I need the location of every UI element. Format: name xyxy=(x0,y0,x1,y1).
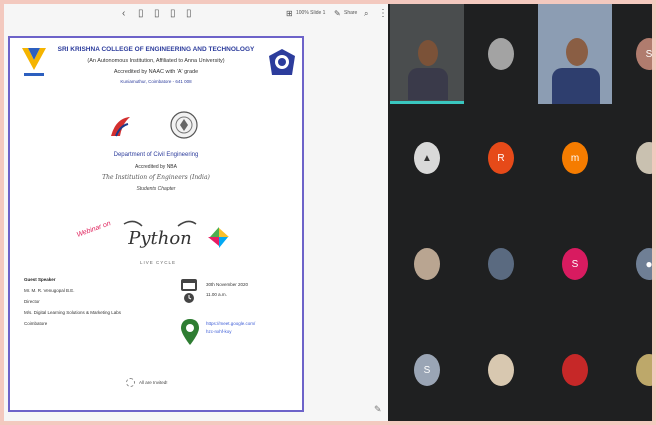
guest-role: Director xyxy=(24,299,40,304)
participant-tile-2[interactable] xyxy=(464,4,538,104)
participant-tile-4[interactable]: S xyxy=(612,4,652,104)
participant-tile-13[interactable]: S xyxy=(390,320,464,420)
participant-tile-8[interactable] xyxy=(612,108,652,208)
institution-line: The Institution of Engineers (India) xyxy=(102,174,210,181)
participant-avatar: m xyxy=(562,142,588,174)
participant-body xyxy=(408,68,448,100)
guest-name: Mr. M. R. Venugopal B.E. xyxy=(24,288,75,293)
back-icon[interactable]: ‹ xyxy=(122,8,125,20)
event-date: 30th November 2020 xyxy=(206,282,249,287)
participant-grid: S ▲ R m S ● S xyxy=(388,4,652,421)
participant-avatar-person-icon: ● xyxy=(636,248,652,280)
participant-avatar xyxy=(562,354,588,386)
department-logo-icon xyxy=(111,117,130,137)
share-icon[interactable]: ✎ xyxy=(334,8,341,20)
meeting-window: ‹ ▯ ▯ ▯ ▯ ⊞ 100% Slide 1 ✎ Share ⌕ ⋮ SRI xyxy=(4,4,652,421)
guest-label: Guest Speaker xyxy=(24,277,56,282)
invite-text: All are Invited! xyxy=(139,380,168,385)
meet-link-line-1[interactable]: https://meet.google.com/ xyxy=(206,320,255,328)
pinwheel-logo-icon xyxy=(208,227,229,248)
event-datetime: 30th November 2020 11.00 a.m. xyxy=(206,280,248,300)
webinar-poster-slide: SRI KRISHNA COLLEGE OF ENGINEERING AND T… xyxy=(8,36,304,412)
accreditation-line: Accredited by NAAC with 'A' grade xyxy=(113,69,199,75)
participant-avatar: S xyxy=(636,38,652,70)
nba-line: Accredited by NBA xyxy=(135,164,177,170)
pen-icon[interactable]: ✎ xyxy=(374,404,382,415)
participant-avatar: S xyxy=(562,248,588,280)
participant-tile-11[interactable]: S xyxy=(538,214,612,314)
college-name: SRI KRISHNA COLLEGE OF ENGINEERING AND T… xyxy=(57,46,255,53)
participant-tile-10[interactable] xyxy=(464,214,538,314)
copy-icon[interactable]: ▯ xyxy=(154,8,160,20)
participant-tile-14[interactable] xyxy=(464,320,538,420)
active-speaker-bar xyxy=(390,101,464,104)
participant-body xyxy=(552,68,600,104)
slide-icon[interactable]: ▯ xyxy=(138,8,144,20)
participant-avatar xyxy=(488,38,514,70)
department-name: Department of Civil Engineering xyxy=(113,152,199,158)
presentation-panel: ‹ ▯ ▯ ▯ ▯ ⊞ 100% Slide 1 ✎ Share ⌕ ⋮ SRI xyxy=(4,4,388,421)
participant-tile-5[interactable]: ▲ xyxy=(390,108,464,208)
python-subtitle: LIVE CYCLE xyxy=(140,260,177,265)
menu-icon[interactable]: ⋮ xyxy=(378,8,388,20)
webinar-tag: Webinar on xyxy=(75,220,112,239)
google-meet-pin-icon xyxy=(181,319,199,345)
participant-tile-7[interactable]: m xyxy=(538,108,612,208)
participant-avatar xyxy=(488,354,514,386)
meet-link-line-2[interactable]: hzc-nxhf-koy xyxy=(206,328,255,336)
meet-link[interactable]: https://meet.google.com/ hzc-nxhf-koy xyxy=(206,320,255,336)
chapter-line: Students Chapter xyxy=(136,186,176,192)
guest-speaker-block: Guest Speaker Mr. M. R. Venugopal B.E. D… xyxy=(24,274,121,329)
guest-city: Coimbatore xyxy=(24,321,48,326)
presentation-toolbar: ‹ ▯ ▯ ▯ ▯ ⊞ 100% Slide 1 ✎ Share ⌕ ⋮ xyxy=(4,4,388,26)
participant-avatar: ▲ xyxy=(414,142,440,174)
participant-tile-12[interactable]: ● xyxy=(612,214,652,314)
participant-avatar: R xyxy=(488,142,514,174)
participant-avatar xyxy=(636,354,652,386)
participant-tile-16[interactable] xyxy=(612,320,652,420)
share-label[interactable]: Share xyxy=(344,10,357,16)
print-icon[interactable]: ▯ xyxy=(170,8,176,20)
participant-avatar xyxy=(414,248,440,280)
participant-tile-6[interactable]: R xyxy=(464,108,538,208)
participant-video-3[interactable] xyxy=(538,4,612,104)
search-icon[interactable]: ⌕ xyxy=(364,8,368,20)
participant-tile-15[interactable] xyxy=(538,320,612,420)
participant-avatar: S xyxy=(414,354,440,386)
zoom-icon[interactable]: ⊞ xyxy=(286,8,293,20)
participant-face xyxy=(418,40,438,66)
calendar-clock-icon xyxy=(181,279,197,303)
invite-note: All are Invited! xyxy=(126,378,168,387)
participant-video-1[interactable] xyxy=(390,4,464,104)
event-time: 11.00 a.m. xyxy=(206,292,227,297)
participant-avatar xyxy=(488,248,514,280)
python-word: Python xyxy=(127,228,192,249)
participant-avatar xyxy=(636,142,652,174)
place-line: Kuniamuthur, Coimbatore - 641 008 xyxy=(120,79,192,84)
guest-org: M/s. Digital Learning Solutions & Market… xyxy=(24,310,122,315)
institution-seal-icon xyxy=(170,111,198,139)
python-title: Python xyxy=(123,220,197,249)
autonomous-line: (An Autonomous Institution, Affiliated t… xyxy=(87,58,225,64)
more-icon[interactable]: ▯ xyxy=(186,8,192,20)
zoom-label[interactable]: 100% Slide 1 xyxy=(296,10,325,16)
participant-face xyxy=(566,38,588,66)
invite-ring-icon xyxy=(126,378,135,387)
participant-tile-9[interactable] xyxy=(390,214,464,314)
